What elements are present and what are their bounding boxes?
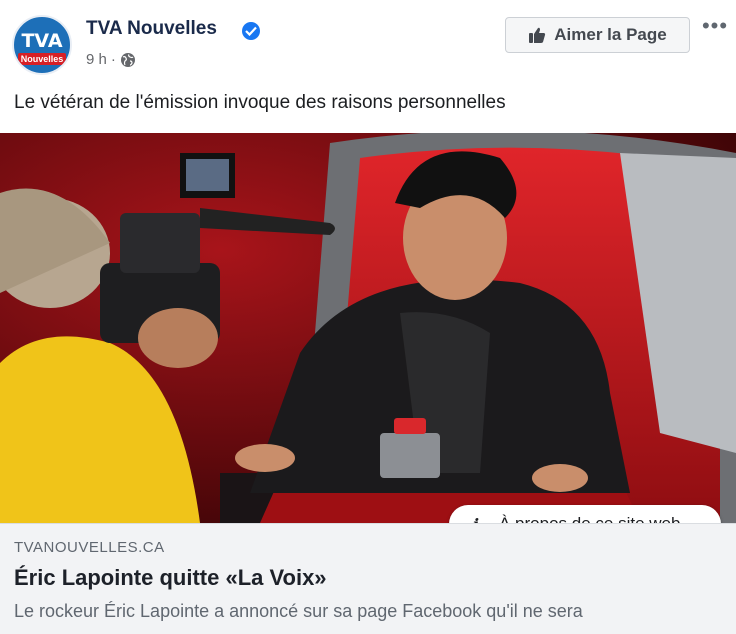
- link-preview[interactable]: TVANOUVELLES.CA Éric Lapointe quitte «La…: [0, 523, 736, 634]
- more-options-icon[interactable]: •••: [700, 15, 730, 38]
- post-message: Le vétéran de l'émission invoque des rai…: [14, 92, 506, 113]
- globe-icon: [120, 52, 135, 67]
- link-domain: TVANOUVELLES.CA: [14, 539, 165, 556]
- avatar-logo-subtext: Nouvelles: [18, 53, 66, 65]
- page-avatar[interactable]: TVA Nouvelles: [12, 15, 72, 75]
- verified-badge-icon: [242, 22, 260, 40]
- post-timestamp[interactable]: 9 h: [86, 51, 107, 68]
- post-meta: 9 h ·: [86, 51, 136, 68]
- article-photo-illustration: [0, 133, 736, 523]
- facebook-post: TVA Nouvelles TVA Nouvelles 9 h · Aimer …: [0, 0, 736, 634]
- link-description: Le rockeur Éric Lapointe a annoncé sur s…: [14, 601, 583, 621]
- like-page-button[interactable]: Aimer la Page: [505, 17, 690, 53]
- meta-separator: ·: [110, 51, 116, 68]
- page-name-link[interactable]: TVA Nouvelles: [86, 18, 217, 40]
- article-image[interactable]: [0, 133, 736, 523]
- avatar-logo-text: TVA: [21, 30, 63, 52]
- like-page-label: Aimer la Page: [554, 25, 667, 44]
- link-title[interactable]: Éric Lapointe quitte «La Voix»: [14, 565, 327, 591]
- thumbs-up-icon: [529, 27, 546, 43]
